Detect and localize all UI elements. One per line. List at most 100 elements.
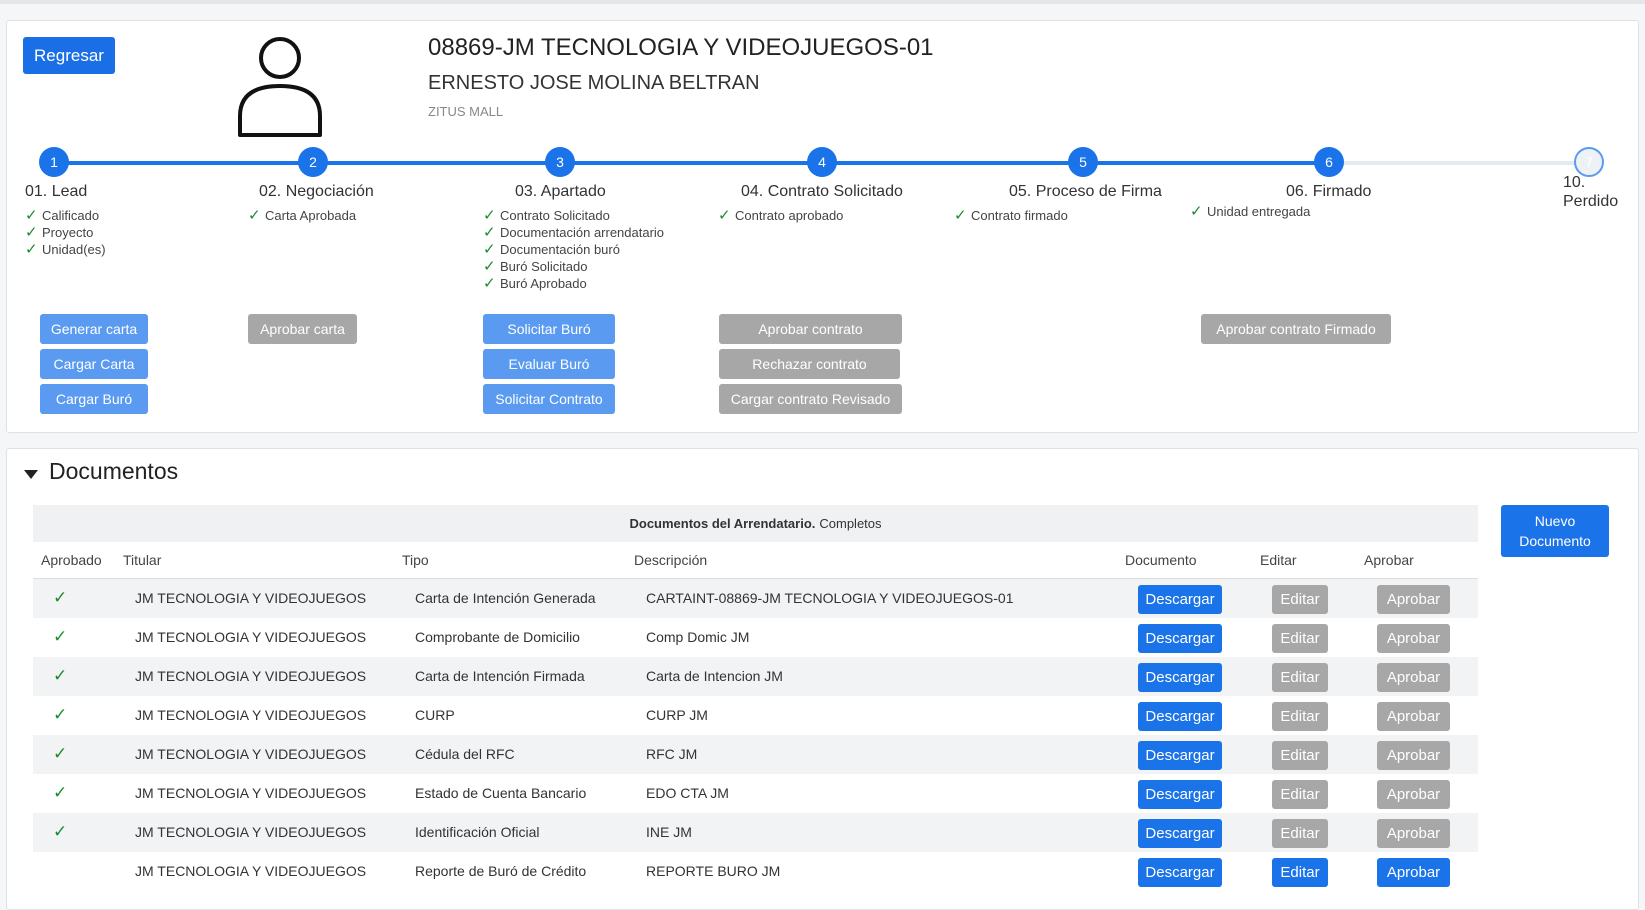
cell-tipo: CURP (415, 707, 455, 723)
aprobar-contrato-button[interactable]: Aprobar contrato (719, 314, 902, 344)
approve-button[interactable]: Aprobar (1377, 702, 1450, 731)
step-5-circle[interactable]: 5 (1068, 147, 1098, 177)
cell-descripcion: EDO CTA JM (646, 785, 729, 801)
checklist-item: Unidad(es) (42, 242, 106, 257)
solicitar-buro-button[interactable]: Solicitar Buró (483, 314, 615, 344)
cargar-buro-button[interactable]: Cargar Buró (40, 384, 148, 414)
approve-button[interactable]: Aprobar (1377, 819, 1450, 848)
cell-descripcion: REPORTE BURO JM (646, 863, 781, 879)
step-3-circle[interactable]: 3 (545, 147, 575, 177)
check-icon: ✓ (483, 241, 496, 258)
step-7-label-line1: 10. (1563, 174, 1586, 191)
cell-titular: JM TECNOLOGIA Y VIDEOJUEGOS (135, 668, 367, 684)
step-6-checklist: ✓ Unidad entregada (1190, 203, 1310, 220)
check-icon: ✓ (954, 207, 967, 224)
download-button[interactable]: Descargar (1138, 624, 1222, 653)
location-label: ZITUS MALL (428, 104, 504, 119)
edit-button[interactable]: Editar (1272, 780, 1328, 809)
step-2-label: 02. Negociación (259, 183, 374, 200)
step-1-circle[interactable]: 1 (39, 147, 69, 177)
approved-check-icon: ✓ (53, 666, 68, 685)
checklist-item: Contrato firmado (971, 208, 1068, 223)
back-button[interactable]: Regresar (23, 37, 115, 74)
rechazar-contrato-button[interactable]: Rechazar contrato (719, 349, 900, 379)
approved-check-icon: ✓ (53, 783, 68, 802)
cell-tipo: Carta de Intención Firmada (415, 668, 585, 684)
download-button[interactable]: Descargar (1138, 663, 1222, 692)
table-row: JM TECNOLOGIA Y VIDEOJUEGOS Reporte de Bu… (33, 852, 1478, 891)
edit-button[interactable]: Editar (1272, 819, 1328, 848)
step-2-circle[interactable]: 2 (298, 147, 328, 177)
cell-descripcion: CURP JM (646, 707, 708, 723)
edit-button[interactable]: Editar (1272, 858, 1328, 887)
col-titular: Titular (123, 552, 162, 568)
cell-titular: JM TECNOLOGIA Y VIDEOJUEGOS (135, 863, 367, 879)
edit-button[interactable]: Editar (1272, 585, 1328, 614)
check-icon: ✓ (25, 224, 38, 241)
cell-descripcion: CARTAINT-08869-JM TECNOLOGIA Y VIDEOJUEG… (646, 590, 1014, 606)
table-row: ✓ JM TECNOLOGIA Y VIDEOJUEGOS Comprobante … (33, 618, 1478, 657)
edit-button[interactable]: Editar (1272, 663, 1328, 692)
approve-button[interactable]: Aprobar (1377, 858, 1450, 887)
aprobar-contrato-firmado-button[interactable]: Aprobar contrato Firmado (1201, 314, 1391, 344)
table-row: ✓ JM TECNOLOGIA Y VIDEOJUEGOS Carta de Int… (33, 579, 1478, 618)
checklist-item: Contrato Solicitado (500, 208, 610, 223)
caption-title: Documentos del Arrendatario. (629, 516, 816, 531)
step-7-label-line2: Perdido (1563, 193, 1619, 210)
approve-button[interactable]: Aprobar (1377, 741, 1450, 770)
table-row: ✓ JM TECNOLOGIA Y VIDEOJUEGOS Cédula del R… (33, 735, 1478, 774)
table-header: Aprobado Titular Tipo Descripción Docume… (33, 542, 1478, 579)
col-descripcion: Descripción (634, 552, 708, 568)
cargar-contrato-revisado-button[interactable]: Cargar contrato Revisado (719, 384, 902, 414)
edit-button[interactable]: Editar (1272, 624, 1328, 653)
col-tipo: Tipo (402, 552, 429, 568)
cell-descripcion: Comp Domic JM (646, 629, 750, 645)
cell-descripcion: INE JM (646, 824, 692, 840)
cell-titular: JM TECNOLOGIA Y VIDEOJUEGOS (135, 707, 367, 723)
checklist-item: Contrato aprobado (735, 208, 844, 223)
cell-tipo: Reporte de Buró de Crédito (415, 863, 587, 879)
approve-button[interactable]: Aprobar (1377, 585, 1450, 614)
progress-track-remaining (1329, 161, 1589, 165)
edit-button[interactable]: Editar (1272, 702, 1328, 731)
check-icon: ✓ (483, 258, 496, 275)
step-3-checklist: ✓ Contrato Solicitado ✓ Documentación arre… (483, 207, 664, 292)
approved-check-icon: ✓ (53, 744, 68, 763)
col-aprobado: Aprobado (41, 552, 102, 568)
download-button[interactable]: Descargar (1138, 780, 1222, 809)
edit-button[interactable]: Editar (1272, 741, 1328, 770)
progress-track-complete (55, 161, 1329, 165)
approve-button[interactable]: Aprobar (1377, 624, 1450, 653)
aprobar-carta-button[interactable]: Aprobar carta (248, 314, 357, 344)
cell-titular: JM TECNOLOGIA Y VIDEOJUEGOS (135, 590, 367, 606)
solicitar-contrato-button[interactable]: Solicitar Contrato (483, 384, 615, 414)
checklist-item: Carta Aprobada (265, 208, 357, 223)
step-1-checklist: ✓ Calificado ✓ Proyecto ✓ Unidad(es) (25, 207, 106, 258)
table-row: ✓ JM TECNOLOGIA Y VIDEOJUEGOS CURP CURP JM D… (33, 696, 1478, 735)
checklist-item: Documentación arrendatario (500, 225, 665, 240)
documents-table: Documentos del Arrendatario. Completos A… (33, 505, 1478, 891)
collapse-caret-icon[interactable] (24, 470, 38, 479)
cell-tipo: Identificación Oficial (415, 824, 540, 840)
table-caption: Documentos del Arrendatario. Completos (33, 505, 1478, 542)
step-4-checklist: ✓ Contrato aprobado (718, 207, 843, 224)
checklist-item: Proyecto (42, 225, 94, 240)
step-6-circle[interactable]: 6 (1314, 147, 1344, 177)
download-button[interactable]: Descargar (1138, 741, 1222, 770)
checklist-item: Buró Solicitado (500, 259, 588, 274)
download-button[interactable]: Descargar (1138, 858, 1222, 887)
evaluar-buro-button[interactable]: Evaluar Buró (483, 349, 615, 379)
download-button[interactable]: Descargar (1138, 702, 1222, 731)
approved-check-icon: ✓ (53, 588, 68, 607)
step-2-checklist: ✓ Carta Aprobada (248, 207, 356, 224)
download-button[interactable]: Descargar (1138, 819, 1222, 848)
step-4-circle[interactable]: 4 (807, 147, 837, 177)
new-document-button[interactable]: Nuevo Documento (1501, 505, 1609, 557)
table-row: ✓ JM TECNOLOGIA Y VIDEOJUEGOS Identificaci… (33, 813, 1478, 852)
download-button[interactable]: Descargar (1138, 585, 1222, 614)
cargar-carta-button[interactable]: Cargar Carta (40, 349, 148, 379)
approve-button[interactable]: Aprobar (1377, 780, 1450, 809)
approve-button[interactable]: Aprobar (1377, 663, 1450, 692)
check-icon: ✓ (483, 207, 496, 224)
generar-carta-button[interactable]: Generar carta (40, 314, 148, 344)
